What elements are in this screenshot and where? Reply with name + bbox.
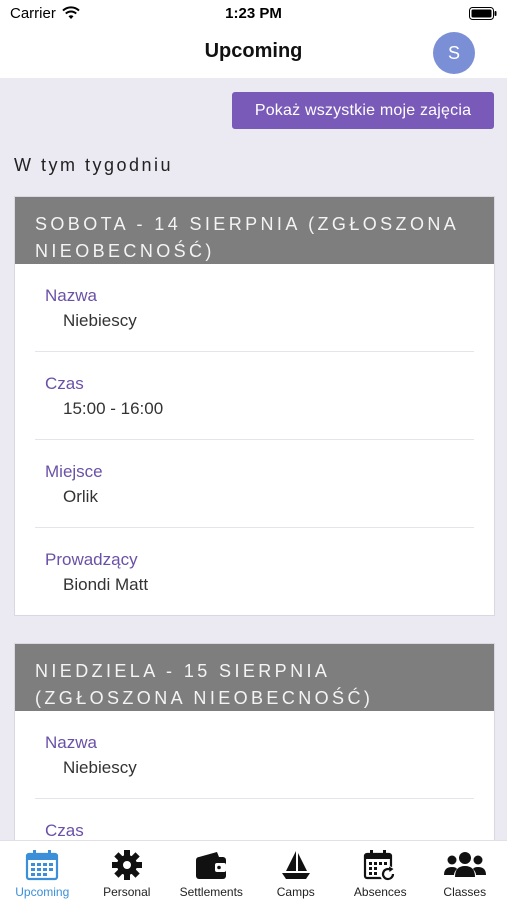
gear-icon	[110, 849, 144, 881]
wallet-icon	[193, 849, 229, 881]
detail-row-name: Nazwa Niebiescy	[35, 711, 474, 799]
tab-label: Settlements	[169, 885, 254, 899]
row-label: Czas	[45, 374, 84, 394]
users-icon	[443, 849, 487, 881]
tab-label: Classes	[423, 885, 507, 899]
detail-row-time: Czas 15:00 - 16:00	[35, 352, 474, 440]
calendar-icon	[24, 849, 60, 881]
calendar-refresh-icon	[362, 849, 398, 883]
tab-personal[interactable]: Personal	[85, 841, 170, 901]
row-value: Biondi Matt	[63, 575, 148, 595]
tab-label: Camps	[254, 885, 339, 899]
page-title: Upcoming	[0, 40, 507, 63]
row-label: Miejsce	[45, 462, 103, 482]
card-date-header: Sobota - 14 sierpnia (zgłoszona nieobecn…	[15, 197, 494, 264]
class-card[interactable]: Sobota - 14 sierpnia (zgłoszona nieobecn…	[14, 196, 495, 616]
battery-icon	[469, 7, 497, 20]
navigation-bar: Upcoming S	[0, 28, 507, 78]
row-label: Czas	[45, 821, 84, 841]
detail-row-place: Miejsce Orlik	[35, 440, 474, 528]
sailboat-icon	[279, 849, 313, 881]
row-label: Nazwa	[45, 286, 97, 306]
tab-label: Upcoming	[0, 885, 85, 899]
row-value: Niebiescy	[63, 758, 137, 778]
row-value: Orlik	[63, 487, 98, 507]
tab-settlements[interactable]: Settlements	[169, 841, 254, 901]
detail-row-instructor: Prowadzący Biondi Matt	[35, 528, 474, 615]
card-date-header: Niedziela - 15 sierpnia (zgłoszona nieob…	[15, 644, 494, 711]
detail-row-name: Nazwa Niebiescy	[35, 264, 474, 352]
row-value: 15:00 - 16:00	[63, 399, 163, 419]
status-bar: Carrier 1:23 PM	[0, 0, 507, 28]
avatar[interactable]: S	[433, 32, 475, 74]
tab-label: Absences	[338, 885, 423, 899]
tab-label: Personal	[85, 885, 170, 899]
tab-camps[interactable]: Camps	[254, 841, 339, 901]
show-all-classes-button[interactable]: Pokaż wszystkie moje zajęcia	[232, 92, 494, 129]
tab-absences[interactable]: Absences	[338, 841, 423, 901]
tab-upcoming[interactable]: Upcoming	[0, 841, 85, 901]
row-label: Nazwa	[45, 733, 97, 753]
clock-label: 1:23 PM	[0, 5, 507, 22]
tab-classes[interactable]: Classes	[423, 841, 507, 901]
row-label: Prowadzący	[45, 550, 138, 570]
section-heading-this-week: W tym tygodniu	[14, 155, 173, 176]
row-value: Niebiescy	[63, 311, 137, 331]
tab-bar: Upcoming Personal Settlements	[0, 840, 507, 901]
